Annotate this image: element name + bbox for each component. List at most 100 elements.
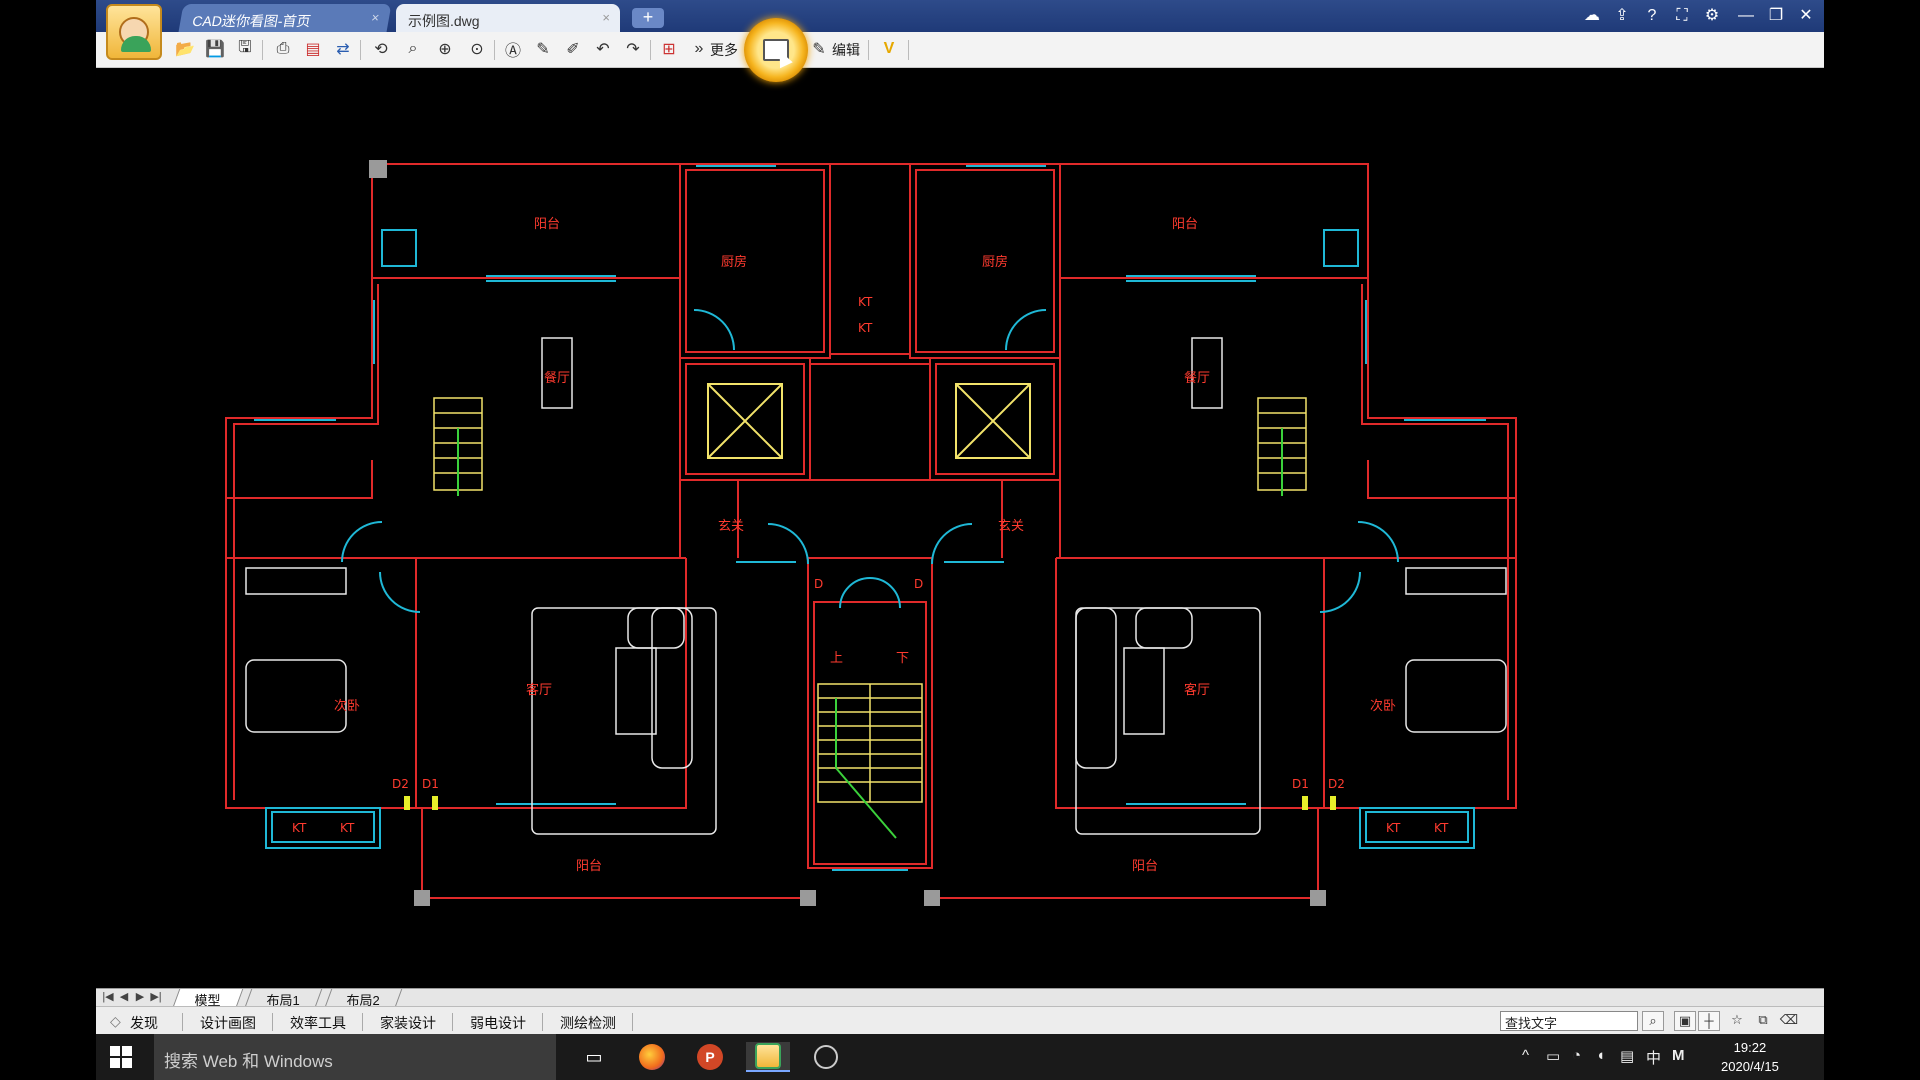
- close-icon[interactable]: ✕: [1793, 4, 1819, 28]
- save-icon[interactable]: 💾: [204, 38, 226, 60]
- edit-button[interactable]: 编辑: [832, 40, 860, 60]
- battery-icon[interactable]: ▭: [1546, 1047, 1560, 1065]
- label-ac-6: KT: [1434, 821, 1449, 835]
- task-view-icon[interactable]: ▭: [572, 1042, 616, 1072]
- wifi-icon[interactable]: ◔: [1572, 1047, 1581, 1064]
- toolbar-separator: [262, 40, 263, 60]
- compare-button-highlight[interactable]: [744, 18, 808, 82]
- bottom-toolbar: ◇ 发现 设计画图 效率工具 家装设计 弱电设计 测绘检测 查找文字 ⌕ ▣ ┼…: [96, 1006, 1824, 1034]
- label-dining-l: 餐厅: [544, 370, 570, 386]
- markup-icon[interactable]: ✐: [562, 38, 584, 60]
- undo-icon[interactable]: ↶: [592, 38, 614, 60]
- prev-layout-icon[interactable]: ◀: [116, 990, 132, 1005]
- tab-drawing-close-icon[interactable]: ×: [602, 10, 610, 25]
- efficiency-tools-button[interactable]: 效率工具: [290, 1013, 346, 1033]
- windows-start-icon[interactable]: [110, 1046, 132, 1068]
- tray-expand-icon[interactable]: ^: [1522, 1047, 1529, 1064]
- label-bedroom-r: 次卧: [1370, 698, 1396, 714]
- restore-icon[interactable]: ❐: [1763, 4, 1789, 28]
- add-tab-button[interactable]: +: [632, 8, 664, 28]
- toolbar-separator: [868, 40, 869, 60]
- zoom-in-icon[interactable]: ⊕: [434, 38, 456, 60]
- stairs: [433, 397, 1307, 803]
- taskbar-search-input[interactable]: 搜索 Web 和 Windows: [154, 1034, 556, 1080]
- drawing-canvas[interactable]: 阳台 阳台 厨房 厨房 餐厅 餐厅 玄关 玄关 客厅 客厅 次卧 次卧 阳台 阳…: [96, 68, 1824, 988]
- discover-icon: ◇: [110, 1013, 121, 1029]
- minimize-icon[interactable]: —: [1733, 4, 1759, 28]
- app-logo[interactable]: [106, 4, 162, 60]
- windows-taskbar: 搜索 Web 和 Windows ▭ P ^ ▭ ◔ ◖ ▤ 中 M 19:22…: [96, 1034, 1824, 1080]
- volume-icon[interactable]: ◖: [1596, 1047, 1605, 1064]
- first-layout-icon[interactable]: |◀: [100, 990, 116, 1005]
- save-as-icon[interactable]: 🖫: [234, 38, 256, 60]
- share-icon[interactable]: ⇪: [1609, 4, 1635, 28]
- open-icon[interactable]: 📂: [174, 38, 196, 60]
- low-voltage-design-button[interactable]: 弱电设计: [470, 1013, 526, 1033]
- label-door-d-r: D: [914, 577, 923, 591]
- find-text-input[interactable]: 查找文字: [1500, 1011, 1638, 1031]
- app-taskbar-icon[interactable]: [804, 1042, 848, 1072]
- label-door-d2-l: D2: [392, 777, 409, 791]
- text-icon[interactable]: Ⓐ: [502, 38, 524, 60]
- redo-icon[interactable]: ↷: [622, 38, 644, 60]
- pencil-icon[interactable]: ✎: [532, 38, 554, 60]
- label-stairs-up: 上: [830, 651, 843, 666]
- measure-icon[interactable]: ⊞: [658, 38, 680, 60]
- tab-model[interactable]: 模型: [172, 989, 244, 1008]
- more-icon[interactable]: »: [688, 38, 710, 60]
- app-window: CAD迷你看图-首页 × 示例图.dwg × + ☁ ⇪ ? ⛶ ⚙ — ❐ ✕…: [96, 0, 1824, 1080]
- print-icon[interactable]: ⎙: [272, 38, 294, 60]
- tab-home[interactable]: CAD迷你看图-首页 ×: [178, 4, 392, 32]
- bottom-separator: [362, 1013, 363, 1031]
- label-stairs-down: 下: [896, 651, 909, 666]
- settings-icon[interactable]: ⚙: [1699, 4, 1725, 28]
- label-ac-3: KT: [292, 821, 307, 835]
- tab-layout1[interactable]: 布局1: [244, 989, 323, 1008]
- taskbar-clock[interactable]: 19:22 2020/4/15: [1721, 1038, 1779, 1076]
- tab-drawing[interactable]: 示例图.dwg ×: [396, 4, 620, 32]
- edit-icon[interactable]: ✎: [808, 38, 830, 60]
- cloud-icon[interactable]: ☁: [1579, 4, 1605, 28]
- tab-home-close-icon[interactable]: ×: [370, 10, 380, 25]
- label-foyer-l: 玄关: [718, 519, 744, 534]
- design-drawing-button[interactable]: 设计画图: [200, 1013, 256, 1033]
- firefox-icon[interactable]: [630, 1042, 674, 1072]
- notification-icon[interactable]: ▤: [1620, 1047, 1634, 1065]
- window-icon[interactable]: ⧉: [1752, 1011, 1774, 1031]
- toolbar-separator: [360, 40, 361, 60]
- label-living-l: 客厅: [526, 682, 552, 698]
- label-living-r: 客厅: [1184, 682, 1210, 698]
- label-foyer-r: 玄关: [998, 519, 1024, 534]
- home-design-button[interactable]: 家装设计: [380, 1013, 436, 1033]
- elevators: [707, 383, 1031, 459]
- snap-icon[interactable]: ▣: [1674, 1011, 1696, 1031]
- last-layout-icon[interactable]: ▶|: [148, 990, 164, 1005]
- powerpoint-icon[interactable]: P: [688, 1042, 732, 1072]
- floor-plan: 阳台 阳台 厨房 厨房 餐厅 餐厅 玄关 玄关 客厅 客厅 次卧 次卧 阳台 阳…: [225, 160, 1517, 906]
- next-layout-icon[interactable]: ▶: [132, 990, 148, 1005]
- search-icon[interactable]: ⌕: [1642, 1011, 1664, 1031]
- label-balcony-tl: 阳台: [534, 217, 560, 232]
- vip-icon[interactable]: V: [878, 38, 900, 60]
- more-button[interactable]: 更多: [710, 40, 738, 60]
- help-icon[interactable]: ?: [1639, 4, 1665, 28]
- favorite-icon[interactable]: ☆: [1726, 1011, 1748, 1031]
- erase-icon[interactable]: ⌫: [1778, 1011, 1800, 1031]
- pdf-icon[interactable]: ▤: [302, 38, 324, 60]
- discover-button[interactable]: 发现: [130, 1013, 158, 1033]
- convert-icon[interactable]: ⇄: [332, 38, 354, 60]
- zoom-window-icon[interactable]: ⌕: [402, 38, 424, 60]
- ime-mode[interactable]: M: [1672, 1047, 1685, 1064]
- clock-time: 19:22: [1733, 1040, 1767, 1055]
- zoom-extents-icon[interactable]: ⊙: [466, 38, 488, 60]
- rotate-icon[interactable]: ⟲: [370, 38, 392, 60]
- label-dining-r: 餐厅: [1184, 370, 1210, 386]
- tab-layout2[interactable]: 布局2: [324, 989, 403, 1008]
- survey-button[interactable]: 测绘检测: [560, 1013, 616, 1033]
- cad-viewer-taskbar-icon[interactable]: [746, 1042, 790, 1072]
- fullscreen-icon[interactable]: ⛶: [1669, 4, 1695, 28]
- clock-date: 2020/4/15: [1721, 1059, 1779, 1074]
- ime-language[interactable]: 中: [1646, 1047, 1661, 1068]
- ortho-icon[interactable]: ┼: [1698, 1011, 1720, 1031]
- label-door-d: D: [814, 577, 823, 591]
